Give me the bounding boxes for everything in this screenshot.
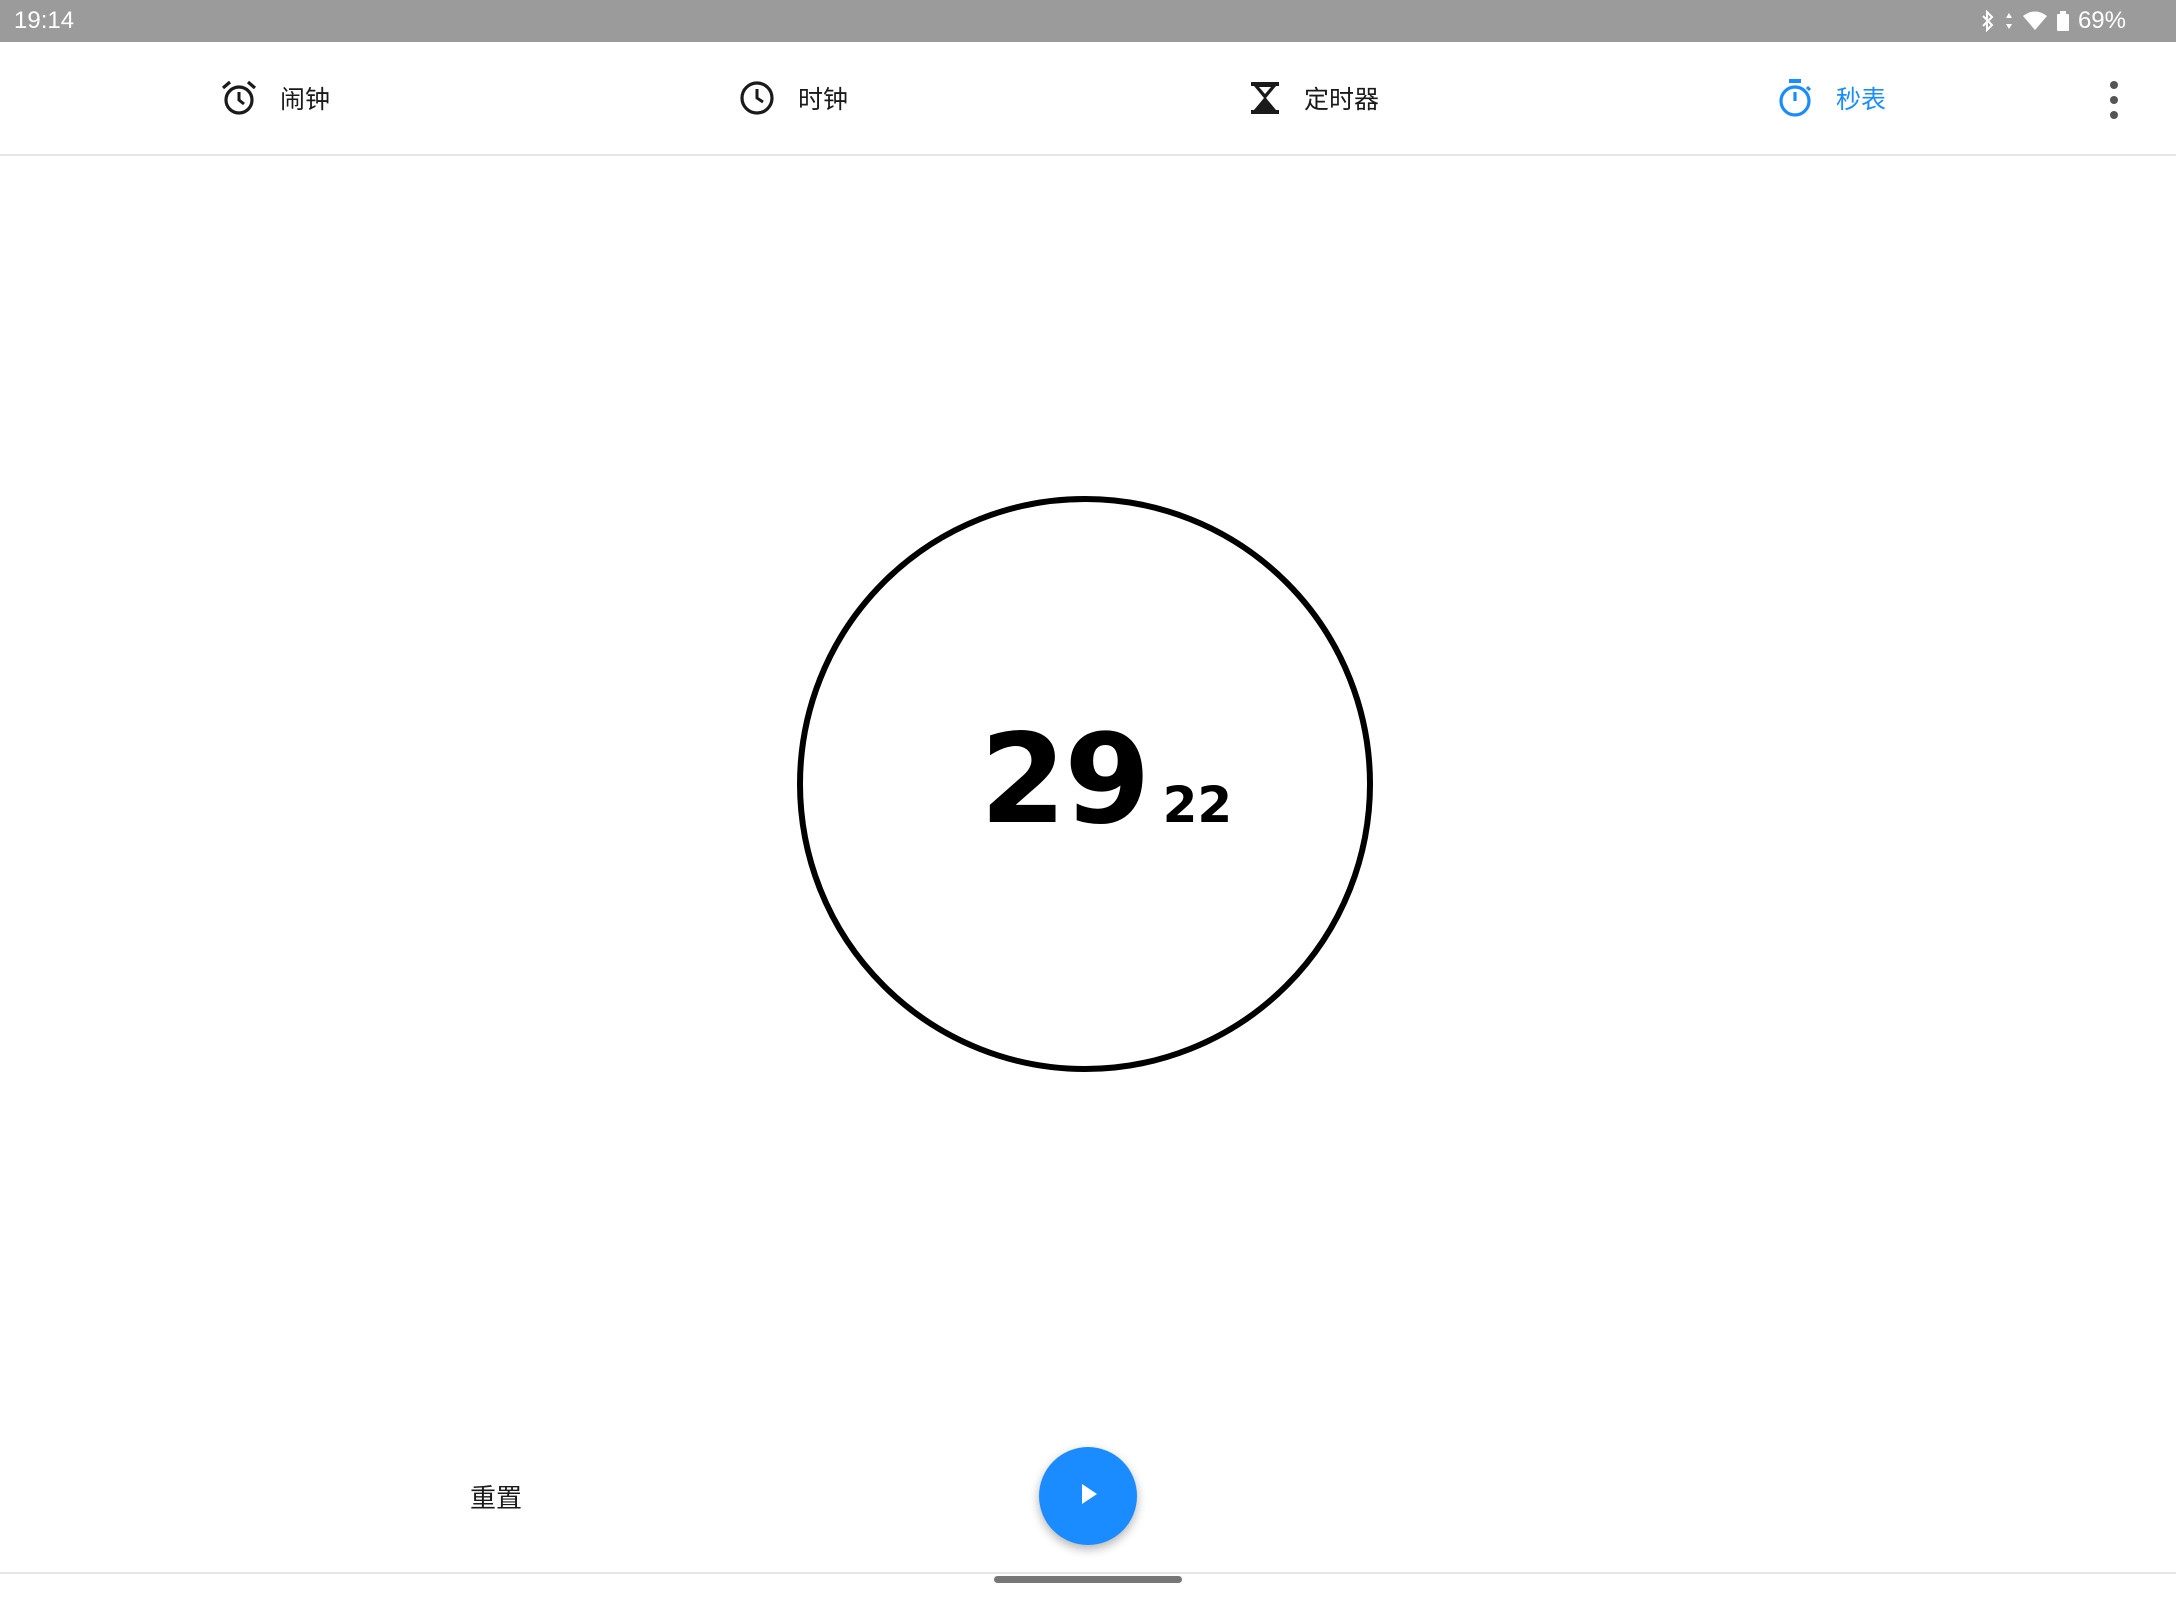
tab-label: 秒表 xyxy=(1836,85,1887,114)
clock-icon xyxy=(738,79,776,117)
more-options-button[interactable] xyxy=(2092,78,2136,122)
tab-stopwatch[interactable]: 秒表 xyxy=(1776,42,1886,154)
tab-bar: 闹钟 时钟 定时器 秒表 xyxy=(0,42,2176,156)
battery-percent: 69% xyxy=(2077,7,2126,34)
data-arrows-icon xyxy=(2004,10,2014,32)
alarm-icon xyxy=(220,79,258,117)
tab-alarm[interactable]: 闹钟 xyxy=(220,42,330,154)
navigation-handle[interactable] xyxy=(994,1576,1182,1583)
tab-label: 时钟 xyxy=(798,85,849,114)
play-icon xyxy=(1073,1479,1103,1513)
tab-label: 定时器 xyxy=(1304,85,1380,114)
elapsed-time: 29 22 xyxy=(980,718,1232,848)
status-time: 19:14 xyxy=(14,7,75,34)
bottom-divider xyxy=(0,1572,2176,1574)
more-dot-icon xyxy=(2110,96,2118,104)
wifi-icon xyxy=(2022,10,2048,32)
elapsed-seconds: 29 xyxy=(980,708,1151,852)
stopwatch-icon xyxy=(1776,78,1814,118)
bluetooth-icon xyxy=(1980,10,1996,32)
tab-label: 闹钟 xyxy=(280,85,331,114)
more-dot-icon xyxy=(2110,81,2118,89)
hourglass-icon xyxy=(1248,79,1282,117)
more-dot-icon xyxy=(2110,111,2118,119)
status-icons: 69% xyxy=(1980,7,2126,35)
start-button[interactable] xyxy=(1039,1447,1137,1545)
tab-timer[interactable]: 定时器 xyxy=(1248,42,1379,154)
battery-icon xyxy=(2056,10,2070,32)
status-bar: 19:14 69% xyxy=(0,0,2176,42)
elapsed-hundredths: 22 xyxy=(1162,776,1233,834)
tab-clock[interactable]: 时钟 xyxy=(738,42,848,154)
reset-button[interactable]: 重置 xyxy=(470,1478,522,1515)
